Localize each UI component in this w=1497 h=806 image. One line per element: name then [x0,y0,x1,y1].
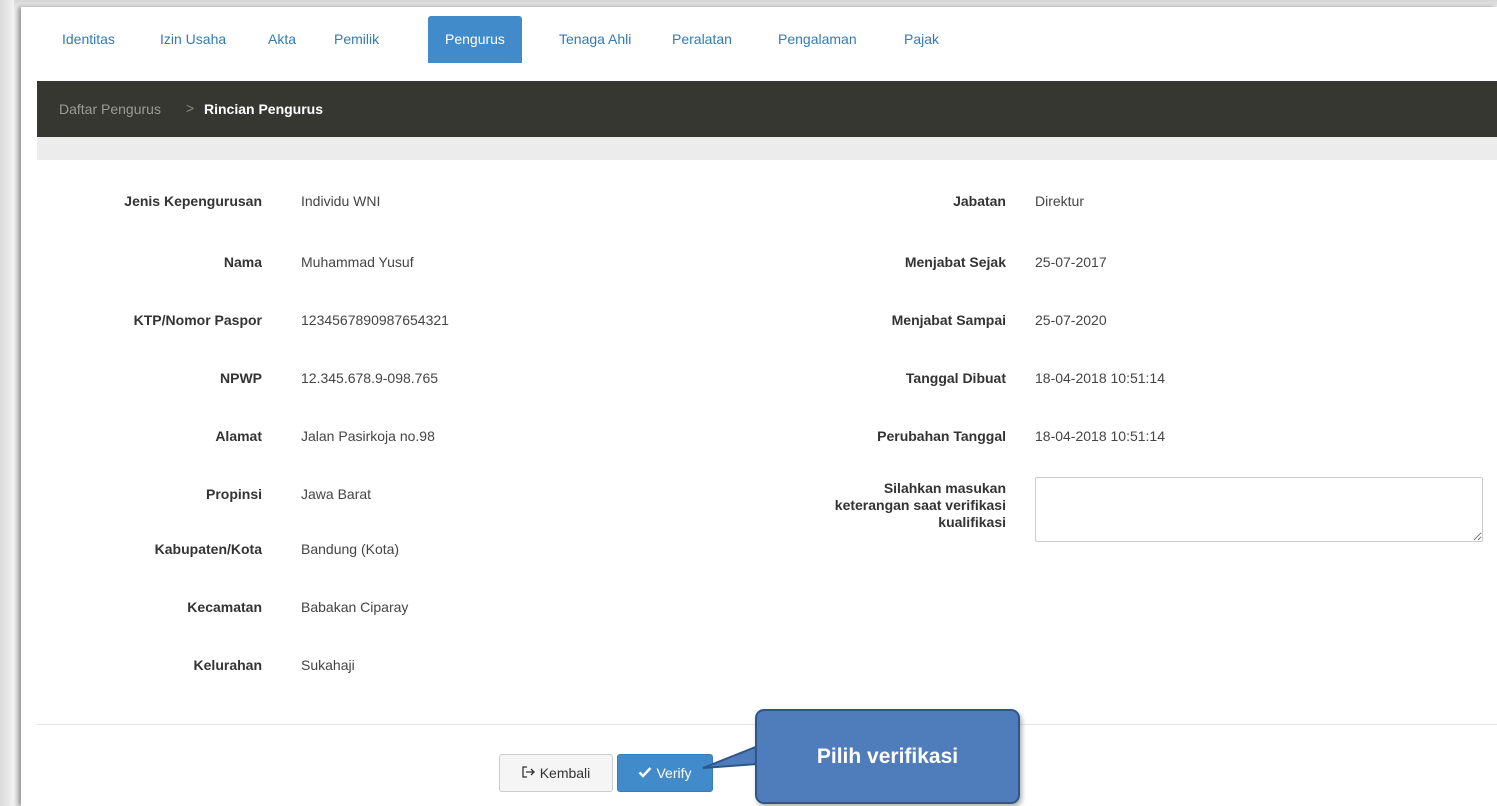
value-npwp: 12.345.678.9-098.765 [301,370,439,386]
tab-pengurus[interactable]: Pengurus [428,16,522,63]
tab-pajak[interactable]: Pajak [887,16,956,63]
value-perubahan-tanggal: 18-04-2018 10:51:14 [1035,428,1165,444]
label-kecamatan: Kecamatan [187,599,262,615]
label-jabatan: Jabatan [953,193,1006,209]
kembali-label: Kembali [539,765,591,781]
value-menjabat-sejak: 25-07-2017 [1035,254,1107,270]
label-nama: Nama [223,254,262,270]
tab-peralatan[interactable]: Peralatan [655,16,749,63]
value-propinsi: Jawa Barat [301,486,372,502]
label-keterangan: Silahkan masukan keterangan saat verifik… [835,480,1006,531]
value-menjabat-sampai: 25-07-2020 [1035,312,1107,328]
callout-pilih-verifikasi: Pilih verifikasi [755,709,1020,804]
tab-pemilik[interactable]: Pemilik [317,16,396,63]
value-kabupaten-kota: Bandung (Kota) [301,541,400,557]
label-npwp: NPWP [220,370,262,386]
tab-tenaga-ahli[interactable]: Tenaga Ahli [542,16,648,63]
label-propinsi: Propinsi [205,486,262,502]
label-menjabat-sejak: Menjabat Sejak [904,254,1006,270]
verify-label: Verify [656,765,692,781]
tab-izin-usaha[interactable]: Izin Usaha [143,16,243,63]
label-kabupaten-kota: Kabupaten/Kota [154,541,262,557]
breadcrumb: Daftar Pengurus > Rincian Pengurus [37,81,1497,137]
window-left-edge [0,0,14,806]
value-jabatan: Direktur [1035,193,1085,209]
label-keterangan-line3: kualifikasi [938,514,1006,530]
content-gap [37,137,1497,160]
value-kecamatan: Babakan Ciparay [301,599,409,615]
kembali-button[interactable]: Kembali [499,754,613,792]
tab-pengalaman[interactable]: Pengalaman [761,16,874,63]
value-tanggal-dibuat: 18-04-2018 10:51:14 [1035,370,1165,386]
keterangan-textarea[interactable] [1035,477,1483,542]
tab-identitas[interactable]: Identitas [45,16,132,63]
value-nama: Muhammad Yusuf [301,254,414,270]
verify-button[interactable]: Verify [617,754,713,792]
value-alamat: Jalan Pasirkoja no.98 [301,428,435,444]
label-perubahan-tanggal: Perubahan Tanggal [877,428,1006,444]
label-alamat: Alamat [215,428,262,444]
value-jenis-kepengurusan: Individu WNI [301,193,381,209]
label-jenis-kepengurusan: Jenis Kepengurusan [124,193,262,209]
label-ktp: KTP/Nomor Paspor [133,312,262,328]
breadcrumb-daftar-pengurus[interactable]: Daftar Pengurus [59,101,161,117]
breadcrumb-current: Rincian Pengurus [204,101,324,117]
check-icon [638,766,652,781]
sign-out-icon [522,765,536,781]
label-menjabat-sampai: Menjabat Sampai [891,312,1006,328]
label-keterangan-line1: Silahkan masukan [883,480,1006,496]
label-kelurahan: Kelurahan [193,657,262,673]
tab-bar: Identitas Izin Usaha Akta Pemilik Pengur… [21,8,1497,63]
label-tanggal-dibuat: Tanggal Dibuat [905,370,1006,386]
callout-pointer [702,744,759,769]
value-kelurahan: Sukahaji [301,657,355,673]
tab-akta[interactable]: Akta [251,16,313,63]
breadcrumb-separator: > [186,100,195,116]
label-keterangan-line2: keterangan saat verifikasi [834,497,1006,513]
value-ktp: 123456789098765432​1 [301,312,449,328]
